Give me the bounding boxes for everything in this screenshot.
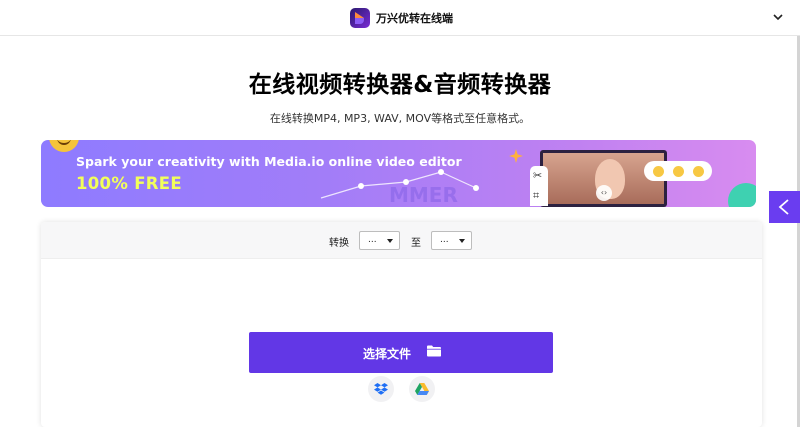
folder-icon <box>427 345 441 357</box>
google-drive-icon <box>415 383 429 395</box>
crop-icon: ⌗ <box>533 189 540 202</box>
promo-banner[interactable]: Spark your creativity with Media.io onli… <box>41 140 756 207</box>
to-label: 至 <box>411 238 421 249</box>
smile-emoji-icon <box>652 165 664 177</box>
format-selector-bar: 转换 ... 至 ... <box>41 222 762 259</box>
source-format-select[interactable]: ... <box>359 231 400 250</box>
dropbox-icon <box>374 383 388 395</box>
chevron-left-icon <box>778 199 789 215</box>
smiley-sticker-icon <box>49 140 79 152</box>
editor-toolbar: ✂ ⌗ <box>530 166 548 206</box>
choose-file-button[interactable]: 选择文件 <box>249 332 553 373</box>
scissors-icon: ✂ <box>533 169 543 182</box>
brand[interactable]: 万兴优转在线端 <box>350 8 453 28</box>
timeline-decoration-icon: MMER <box>320 169 479 207</box>
play-icon: ‹› <box>596 185 612 201</box>
page-subtitle: 在线转换MP4, MP3, WAV, MOV等格式至任意格式。 <box>269 112 531 125</box>
page-title: 在线视频转换器&音频转换器 <box>248 72 552 98</box>
banner-headline: Spark your creativity with Media.io onli… <box>76 154 462 169</box>
convert-label: 转换 <box>329 238 349 249</box>
caret-down-icon <box>459 239 465 243</box>
uniconverter-logo-icon <box>350 8 370 28</box>
thumbs-emoji-icon <box>692 165 704 177</box>
caret-down-icon <box>387 239 393 243</box>
emoji-bar <box>644 161 712 181</box>
decorative-blob <box>728 183 756 207</box>
choose-file-label: 选择文件 <box>363 347 412 361</box>
target-format-value: ... <box>440 235 449 245</box>
converter-card: 转换 ... 至 ... 选择文件 <box>41 222 762 427</box>
brand-name: 万兴优转在线端 <box>376 12 453 25</box>
side-collapse-tab[interactable] <box>769 191 800 223</box>
google-drive-button[interactable] <box>409 376 435 402</box>
banner-free-label: 100% FREE <box>76 174 182 193</box>
chevron-down-icon[interactable] <box>772 11 784 23</box>
laugh-emoji-icon <box>672 165 684 177</box>
preview-image: ‹› <box>543 153 664 204</box>
sparkle-icon <box>509 149 523 163</box>
dropbox-button[interactable] <box>368 376 394 402</box>
svg-text:MMER: MMER <box>389 183 458 207</box>
top-bar: 万兴优转在线端 <box>0 0 800 36</box>
source-format-value: ... <box>368 235 377 245</box>
target-format-select[interactable]: ... <box>431 231 472 250</box>
